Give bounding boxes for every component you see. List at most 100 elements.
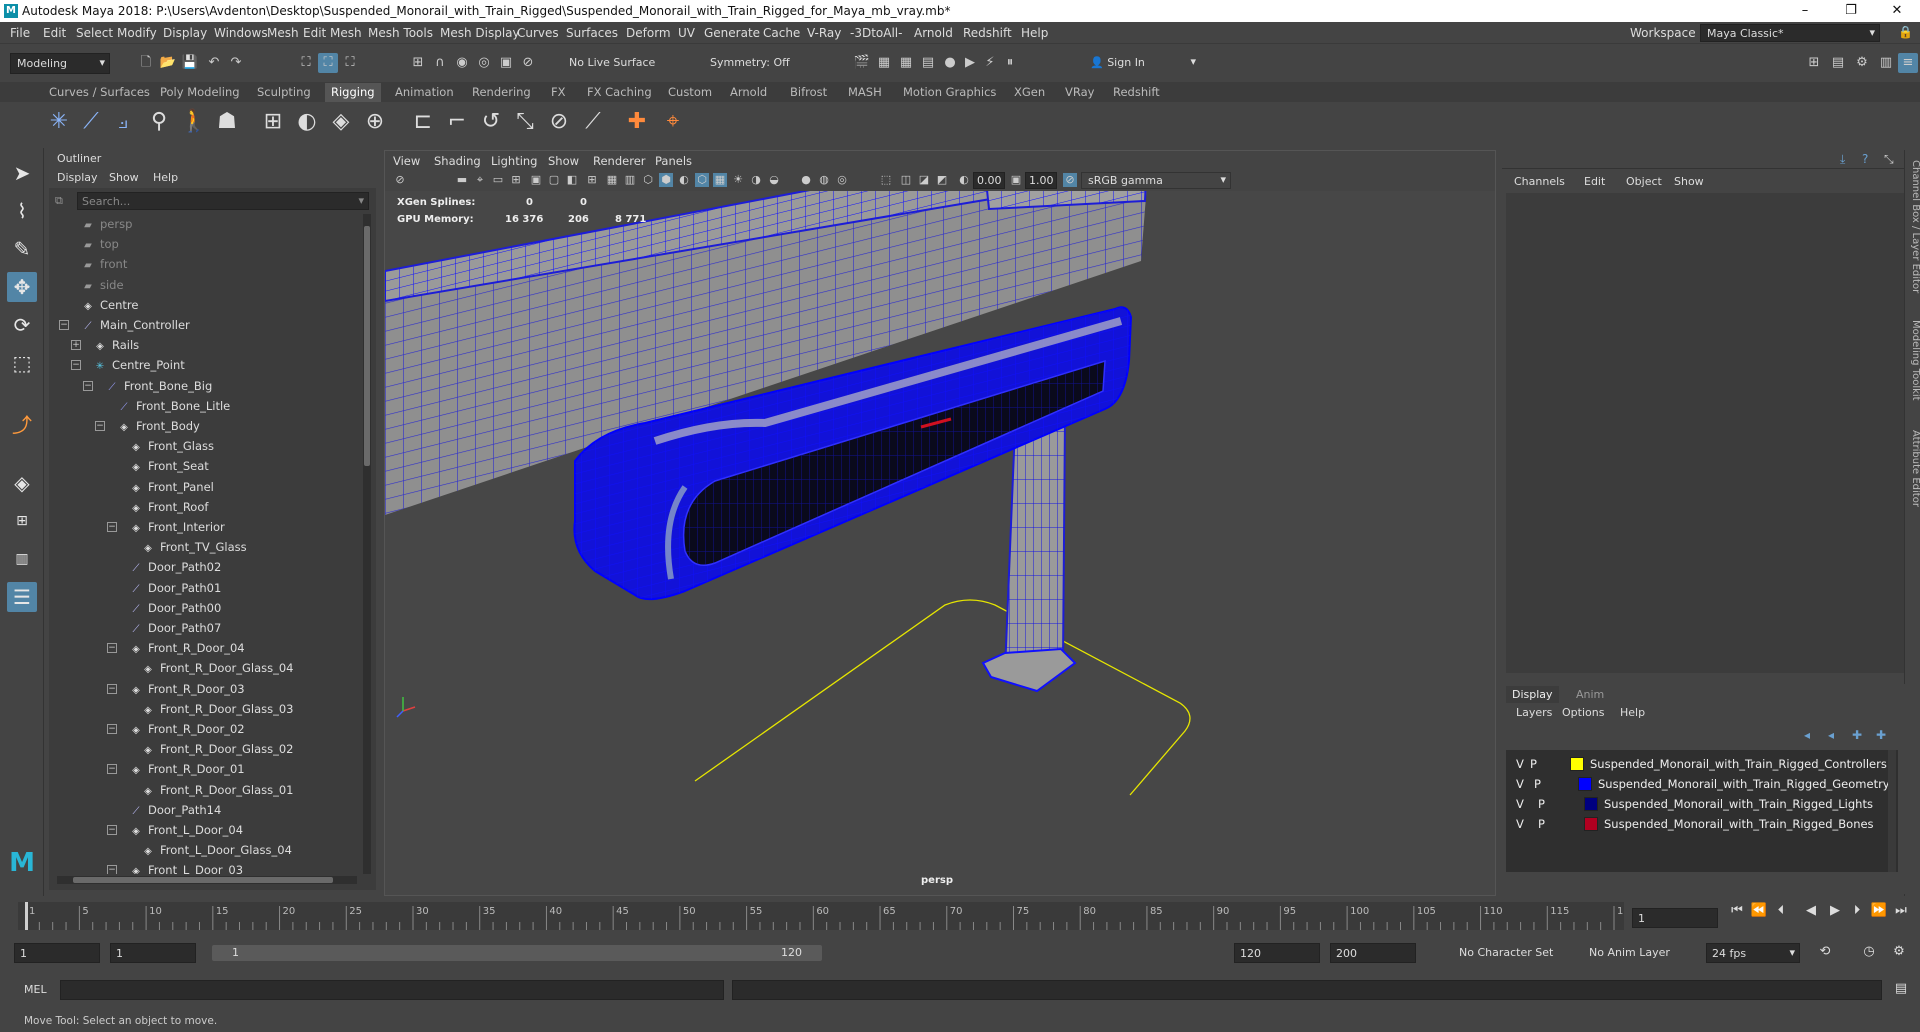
layer-playback-toggle[interactable]: P xyxy=(1534,774,1541,794)
shelf-tab-vray[interactable]: VRay xyxy=(1065,85,1094,99)
outliner-layout-icon[interactable]: ☰ xyxy=(7,582,37,612)
side-tab-attribute-editor[interactable]: Attribute Editor xyxy=(1905,430,1920,507)
two-view-icon[interactable]: ▥ xyxy=(7,544,37,574)
snap-projected-icon[interactable]: ◎ xyxy=(474,53,494,73)
snap-point-icon[interactable]: ◉ xyxy=(452,53,472,73)
viewport-menu-show[interactable]: Show xyxy=(548,154,579,168)
scrollbar-thumb[interactable] xyxy=(73,877,333,883)
outliner-item[interactable]: ◈ Front_Seat xyxy=(129,456,209,476)
animation-preferences-icon[interactable]: ⚙ xyxy=(1890,943,1908,961)
xray-joints-icon[interactable]: ◪ xyxy=(917,173,931,187)
menu-display[interactable]: Display xyxy=(163,26,207,40)
outliner-h-scrollbar[interactable] xyxy=(57,876,357,884)
outliner-scrollbar[interactable] xyxy=(363,214,371,874)
collapse-icon[interactable]: − xyxy=(107,865,117,874)
menu-edit[interactable]: Edit xyxy=(43,26,66,40)
symmetry-dropdown[interactable]: Symmetry: Off xyxy=(704,53,804,72)
snap-grid-icon[interactable]: ⊞ xyxy=(408,53,428,73)
isolate-select-icon[interactable]: ⬚ xyxy=(879,173,893,187)
outliner-menu-show[interactable]: Show xyxy=(109,171,139,184)
film-gate-icon[interactable]: ▣ xyxy=(529,173,543,187)
scrollbar-thumb[interactable] xyxy=(364,226,370,466)
gamma-field[interactable]: 1.00 xyxy=(1025,172,1057,189)
vray-render-icon[interactable]: ▶ xyxy=(960,53,980,73)
layer-scrollbar[interactable] xyxy=(1888,750,1896,872)
step-back-frame-icon[interactable]: ⏴ xyxy=(1772,902,1790,920)
tool-settings-icon[interactable]: ⚙ xyxy=(1852,53,1872,73)
layer-visibility-toggle[interactable]: V xyxy=(1516,774,1524,794)
outliner-item[interactable]: ▰ top xyxy=(81,234,119,254)
layer-playback-toggle[interactable]: P xyxy=(1538,814,1545,834)
start-frame-field[interactable]: 1 xyxy=(14,943,100,963)
outliner-item[interactable]: ◈ Front_Panel xyxy=(129,477,214,497)
create-joints-icon[interactable]: ✳ xyxy=(46,108,72,136)
outliner-item[interactable]: + ◈ Rails xyxy=(71,335,139,355)
layer-menu-layers[interactable]: Layers xyxy=(1516,706,1552,719)
outliner-item[interactable]: ⟋ Door_Path14 xyxy=(129,800,222,820)
four-view-icon[interactable]: ⊞ xyxy=(7,506,37,536)
play-forward-icon[interactable]: ▶ xyxy=(1826,902,1844,920)
channel-menu-show[interactable]: Show xyxy=(1674,175,1704,188)
aim-constraint-icon[interactable]: ⊘ xyxy=(546,108,572,136)
smooth-shade-icon[interactable]: ⬢ xyxy=(659,173,673,187)
default-material-icon[interactable]: ◐ xyxy=(677,173,691,187)
image-plane-icon[interactable]: ▭ xyxy=(491,173,505,187)
outliner-item[interactable]: − ⟋ Main_Controller xyxy=(59,315,190,335)
quick-rig-icon[interactable]: ⚲ xyxy=(146,108,172,136)
menu-cache[interactable]: Cache xyxy=(763,26,800,40)
outliner-item[interactable]: − ◈ Front_L_Door_04 xyxy=(107,820,243,840)
menu-mesh[interactable]: Mesh xyxy=(267,26,299,40)
current-frame-field[interactable]: 1 xyxy=(1632,908,1718,928)
shelf-tab-poly-modeling[interactable]: Poly Modeling xyxy=(160,85,240,99)
shelf-tab-sculpting[interactable]: Sculpting xyxy=(257,85,311,99)
time-slider-track[interactable]: 1 5 10 15 20 25 30 35 40 45 50 55 60 65 70 75 80 85 90 95 10… xyxy=(18,902,1636,930)
attribute-editor-icon[interactable]: ▤ xyxy=(1828,53,1848,73)
select-tool-icon[interactable]: ➤ xyxy=(7,158,37,188)
collapse-icon[interactable]: − xyxy=(71,360,81,371)
xray-active-icon[interactable]: ◩ xyxy=(935,173,949,187)
locator-icon[interactable]: ✚ xyxy=(624,108,650,136)
menu-redshift[interactable]: Redshift xyxy=(963,26,1012,40)
layer-visibility-toggle[interactable]: V xyxy=(1516,754,1524,774)
viewport-menu-view[interactable]: View xyxy=(393,154,420,168)
select-object-icon[interactable]: ⛶ xyxy=(318,53,338,73)
menu-edit-mesh[interactable]: Edit Mesh xyxy=(303,26,362,40)
maximize-button[interactable]: ❐ xyxy=(1828,0,1874,22)
layer-menu-help[interactable]: Help xyxy=(1620,706,1645,719)
exposure-field[interactable]: 0.00 xyxy=(973,172,1005,189)
layer-row[interactable]: V P Suspended_Monorail_with_Train_Rigged_C… xyxy=(1516,754,1896,774)
channel-box-settings-icon[interactable]: ⤡ xyxy=(1884,152,1894,167)
layer-color-swatch[interactable] xyxy=(1584,797,1598,811)
outliner-item[interactable]: − ✳ Centre_Point xyxy=(71,355,185,375)
color-space-dropdown[interactable]: sRGB gamma ▾ xyxy=(1081,172,1231,189)
outliner-menu-help[interactable]: Help xyxy=(153,171,178,184)
scale-constraint-icon[interactable]: ⤡ xyxy=(512,108,538,136)
layer-row[interactable]: V P Suspended_Monorail_with_Train_Rigged_B… xyxy=(1516,814,1896,834)
outliner-item[interactable]: − ◈ Front_Interior xyxy=(107,517,225,537)
screen-space-ao-icon[interactable]: ◒ xyxy=(767,173,781,187)
orient-constraint-icon[interactable]: ↺ xyxy=(478,108,504,136)
menu-deform[interactable]: Deform xyxy=(626,26,671,40)
ik-handle-icon[interactable]: ⟋ xyxy=(78,108,104,136)
outliner-item[interactable]: ▰ persp xyxy=(81,214,132,234)
parent-constraint-icon[interactable]: ⊏ xyxy=(410,108,436,136)
save-scene-icon[interactable]: 💾 xyxy=(180,53,200,73)
outliner-item[interactable]: − ◈ Front_R_Door_02 xyxy=(107,719,245,739)
step-back-key-icon[interactable]: ⏪ xyxy=(1750,902,1768,920)
collapse-icon[interactable]: − xyxy=(83,380,93,391)
range-slider-bar[interactable]: 1 120 xyxy=(212,945,822,961)
collapse-icon[interactable]: − xyxy=(107,764,117,775)
outliner-item[interactable]: ◈ Front_Roof xyxy=(129,497,208,517)
camera-attributes-icon[interactable]: ▬ xyxy=(455,173,469,187)
scale-tool-icon[interactable]: ⬚ xyxy=(7,348,37,378)
outliner-item[interactable]: − ◈ Front_R_Door_03 xyxy=(107,679,245,699)
outliner-item[interactable]: − ◈ Front_Body xyxy=(95,416,200,436)
script-editor-icon[interactable]: ▤ xyxy=(1892,980,1910,998)
bind-skin-icon[interactable]: ⊞ xyxy=(260,108,286,136)
play-backward-icon[interactable]: ◀ xyxy=(1802,902,1820,920)
menu-3dtoall[interactable]: -3DtoAll- xyxy=(850,26,902,40)
paint-weights-icon[interactable]: ◐ xyxy=(294,108,320,136)
shelf-tab-motion-graphics[interactable]: Motion Graphics xyxy=(903,85,996,99)
snap-curve-icon[interactable]: ∩ xyxy=(430,53,450,73)
shelf-tab-fx-caching[interactable]: FX Caching xyxy=(587,85,652,99)
